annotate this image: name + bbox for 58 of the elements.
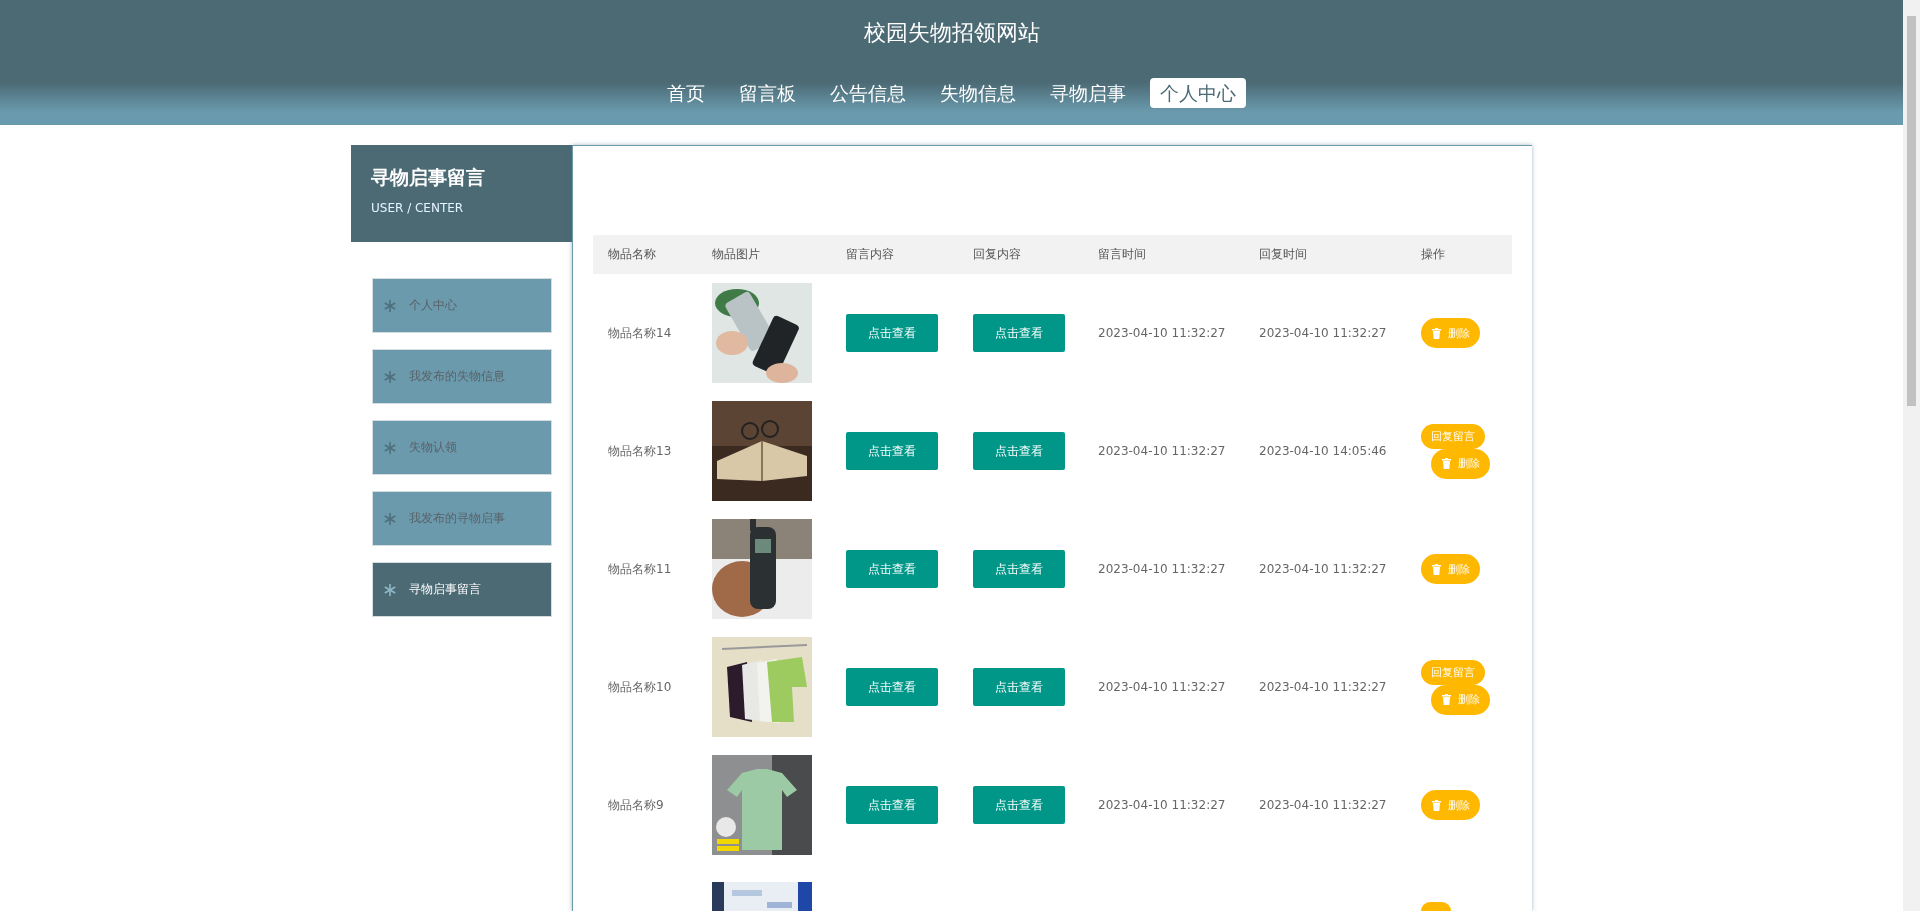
view-button[interactable]: 点击查看 bbox=[846, 668, 938, 706]
nav-link[interactable]: 寻物启事 bbox=[1040, 78, 1136, 108]
column-header: 操作 bbox=[1406, 235, 1512, 274]
reply-time: 2023-04-10 11:32:27 bbox=[1259, 798, 1387, 812]
scrollbar-thumb[interactable] bbox=[1907, 16, 1916, 406]
message-time: 2023-04-10 11:32:27 bbox=[1098, 562, 1226, 576]
view-button[interactable]: 点击查看 bbox=[846, 550, 938, 588]
reply-time: 2023-04-10 11:32:27 bbox=[1259, 680, 1387, 694]
sidebar-item[interactable]: 失物认领 bbox=[372, 420, 552, 475]
view-button[interactable]: 点击查看 bbox=[846, 432, 938, 470]
sidebar-item[interactable]: 个人中心 bbox=[372, 278, 552, 333]
column-header: 留言内容 bbox=[831, 235, 958, 274]
sidebar-subtitle: USER / CENTER bbox=[371, 201, 465, 215]
nav-link[interactable]: 公告信息 bbox=[820, 78, 916, 108]
sidebar-item[interactable]: 我发布的失物信息 bbox=[372, 349, 552, 404]
column-header: 留言时间 bbox=[1083, 235, 1244, 274]
column-header: 物品图片 bbox=[697, 235, 831, 274]
sidebar-item[interactable]: 我发布的寻物启事 bbox=[372, 491, 552, 546]
nav-link[interactable]: 留言板 bbox=[729, 78, 806, 108]
snowflake-icon bbox=[383, 369, 397, 384]
item-name: 物品名称14 bbox=[608, 325, 672, 340]
view-button[interactable]: 点击查看 bbox=[973, 432, 1065, 470]
item-name: 物品名称9 bbox=[608, 797, 664, 812]
view-button[interactable]: 点击查看 bbox=[846, 786, 938, 824]
snowflake-icon bbox=[383, 440, 397, 455]
nav-link[interactable]: 个人中心 bbox=[1150, 78, 1246, 108]
item-name: 物品名称10 bbox=[608, 679, 672, 694]
message-time: 2023-04-10 11:32:27 bbox=[1098, 326, 1226, 340]
view-button[interactable]: 点击查看 bbox=[973, 786, 1065, 824]
column-header: 回复内容 bbox=[958, 235, 1083, 274]
reply-time: 2023-04-10 11:32:27 bbox=[1259, 562, 1387, 576]
snowflake-icon bbox=[383, 298, 397, 313]
nav-link[interactable]: 失物信息 bbox=[930, 78, 1026, 108]
reply-time: 2023-04-10 14:05:46 bbox=[1259, 444, 1387, 458]
item-name: 物品名称13 bbox=[608, 443, 672, 458]
view-button[interactable]: 点击查看 bbox=[846, 314, 938, 352]
reply-time: 2023-04-10 11:32:27 bbox=[1259, 326, 1387, 340]
snowflake-icon bbox=[383, 582, 397, 597]
trash-icon bbox=[1431, 327, 1442, 339]
column-header: 回复时间 bbox=[1244, 235, 1406, 274]
column-header: 物品名称 bbox=[593, 235, 697, 274]
sidebar-item[interactable]: 寻物启事留言 bbox=[372, 562, 552, 617]
trash-icon bbox=[1431, 563, 1442, 575]
message-time: 2023-04-10 11:32:27 bbox=[1098, 444, 1226, 458]
snowflake-icon bbox=[383, 511, 397, 526]
site-title: 校园失物招领网站 bbox=[863, 19, 1040, 47]
trash-icon bbox=[1441, 458, 1452, 469]
sidebar-title: 寻物启事留言 bbox=[371, 165, 486, 190]
trash-icon bbox=[1441, 694, 1452, 705]
message-time: 2023-04-10 11:32:27 bbox=[1098, 798, 1226, 812]
view-button[interactable]: 点击查看 bbox=[973, 314, 1065, 352]
view-button[interactable]: 点击查看 bbox=[973, 550, 1065, 588]
view-button[interactable]: 点击查看 bbox=[973, 668, 1065, 706]
item-name: 物品名称11 bbox=[608, 561, 672, 576]
nav-link[interactable]: 首页 bbox=[657, 78, 715, 108]
scrollbar[interactable] bbox=[1903, 0, 1920, 911]
trash-icon bbox=[1431, 799, 1442, 811]
message-time: 2023-04-10 11:32:27 bbox=[1098, 680, 1226, 694]
